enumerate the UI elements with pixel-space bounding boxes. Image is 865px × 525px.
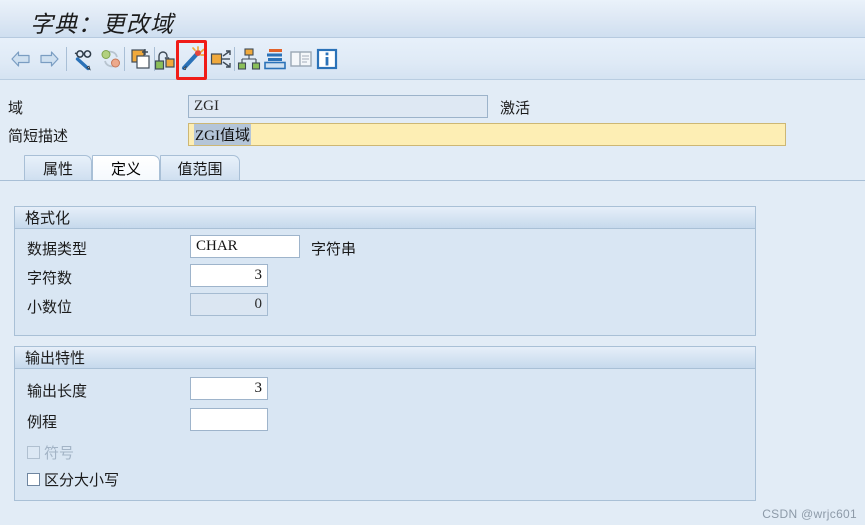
toolbar-separator xyxy=(124,47,125,71)
length-label: 字符数 xyxy=(27,271,73,287)
domain-status-label: 激活 xyxy=(500,101,531,117)
stack-icon[interactable] xyxy=(262,46,288,72)
tab-definition[interactable]: 定义 xyxy=(92,155,160,180)
decimals-field[interactable]: 0 xyxy=(190,293,268,316)
toolbar-separator xyxy=(66,47,67,71)
description-selected-text: ZGI值域 xyxy=(194,124,251,145)
output-length-label: 输出长度 xyxy=(27,384,88,400)
output-characteristics-panel: 输出特性 输出长度 3 例程 符号 区分大小写 xyxy=(14,346,756,501)
data-type-label: 数据类型 xyxy=(27,242,88,258)
sign-checkbox-row: 符号 xyxy=(27,442,74,463)
formatting-panel-title: 格式化 xyxy=(15,207,755,229)
sap-dictionary-window: 字典：更改域 域 ZGI 激活 简短描述 ZGI值域 属性 定义 值范围 格式化… xyxy=(0,0,865,525)
output-panel-title: 输出特性 xyxy=(15,347,755,369)
hierarchy-icon[interactable] xyxy=(236,46,262,72)
case-sensitive-checkbox-row[interactable]: 区分大小写 xyxy=(27,469,119,490)
tab-definition-label: 定义 xyxy=(110,161,141,178)
toolbar-separator xyxy=(234,47,235,71)
copy-object-icon[interactable] xyxy=(128,46,154,72)
description-label: 简短描述 xyxy=(8,129,69,145)
info-icon[interactable] xyxy=(314,46,340,72)
title-bar: 字典：更改域 xyxy=(0,0,865,38)
data-type-hint: 字符串 xyxy=(311,242,357,258)
page-title: 字典：更改域 xyxy=(30,12,174,37)
forward-icon[interactable] xyxy=(36,46,62,72)
expand-object-icon[interactable] xyxy=(208,46,234,72)
tab-attributes[interactable]: 属性 xyxy=(24,155,92,180)
description-row: 简短描述 ZGI值域 xyxy=(0,120,865,149)
domain-label: 域 xyxy=(8,101,24,117)
domain-row: 域 ZGI 激活 xyxy=(0,93,865,120)
description-field[interactable]: ZGI值域 xyxy=(188,123,786,146)
case-sensitive-checkbox[interactable] xyxy=(27,473,40,486)
output-length-field[interactable]: 3 xyxy=(190,377,268,400)
tab-value-range-label: 值范围 xyxy=(177,161,223,178)
tab-content-definition: 格式化 数据类型 CHAR 字符串 字符数 3 小数位 0 输出特性 输出长度 … xyxy=(0,180,865,525)
routine-label: 例程 xyxy=(27,415,58,431)
routine-field[interactable] xyxy=(190,408,268,431)
toolbar xyxy=(0,38,865,80)
magic-wand-icon[interactable] xyxy=(180,46,206,72)
back-icon[interactable] xyxy=(8,46,34,72)
length-field[interactable]: 3 xyxy=(190,264,268,287)
formatting-panel: 格式化 数据类型 CHAR 字符串 字符数 3 小数位 0 xyxy=(14,206,756,336)
tab-value-range[interactable]: 值范围 xyxy=(160,155,240,180)
documentation-icon[interactable] xyxy=(288,46,314,72)
tab-strip: 属性 定义 值范围 xyxy=(0,155,865,181)
where-used-icon[interactable] xyxy=(152,46,178,72)
tab-attributes-label: 属性 xyxy=(42,161,73,178)
refresh-icon[interactable] xyxy=(98,46,124,72)
domain-name-field[interactable]: ZGI xyxy=(188,95,488,118)
sign-label: 符号 xyxy=(44,446,75,462)
sign-checkbox xyxy=(27,446,40,459)
case-sensitive-label: 区分大小写 xyxy=(44,473,120,489)
display-change-icon[interactable] xyxy=(72,46,98,72)
decimals-label: 小数位 xyxy=(27,300,73,316)
watermark: CSDN @wrjc601 xyxy=(762,507,857,521)
data-type-field[interactable]: CHAR xyxy=(190,235,300,258)
